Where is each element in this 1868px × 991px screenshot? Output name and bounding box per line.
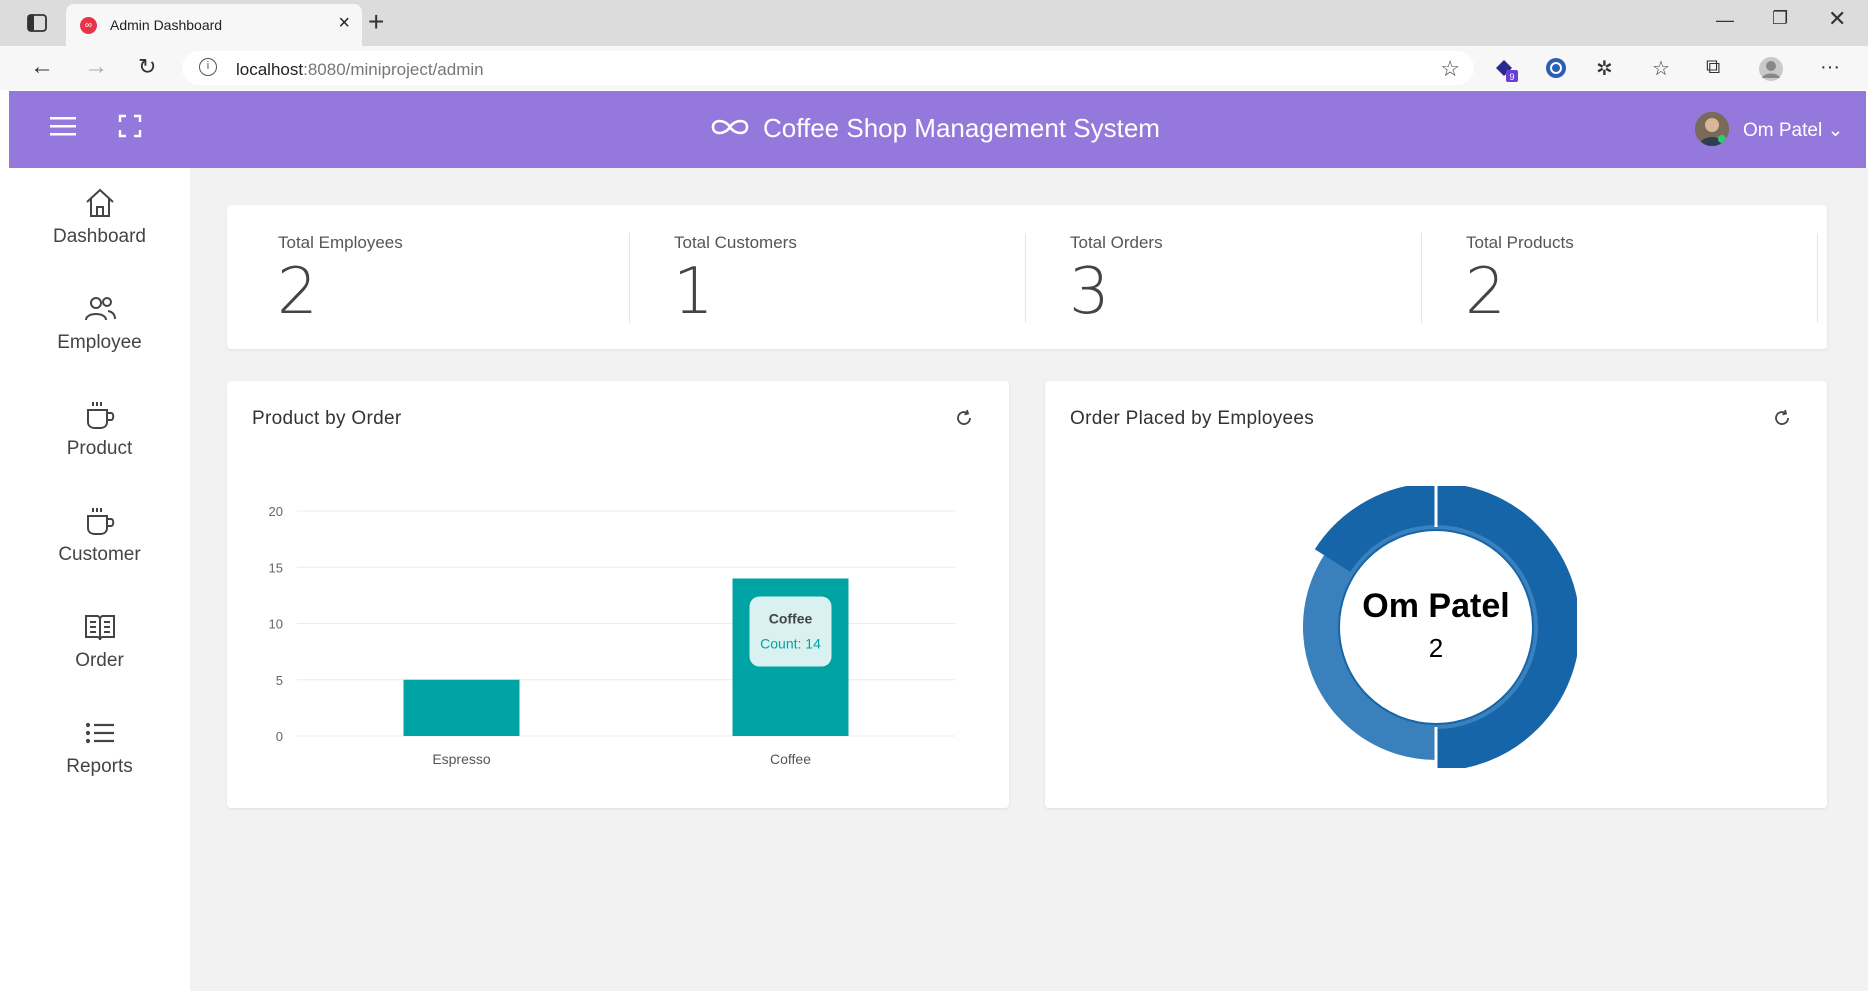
refresh-icon[interactable] [1773, 409, 1791, 427]
users-icon [84, 297, 116, 321]
sidebar: Dashboard Employee Product Customer Orde… [9, 168, 190, 991]
infinity-logo-icon [711, 119, 749, 135]
stat-total-orders: Total Orders 3 [1019, 205, 1415, 349]
fullscreen-icon[interactable] [118, 114, 142, 138]
tooltip-value: Count: 14 [760, 636, 821, 652]
forward-icon[interactable]: → [84, 53, 108, 81]
stat-total-products: Total Products 2 [1415, 205, 1811, 349]
y-tick-label: 15 [269, 560, 283, 575]
new-tab-icon[interactable]: + [368, 6, 384, 38]
tab-close-icon[interactable]: × [338, 12, 350, 35]
stat-label: Total Customers [674, 233, 797, 252]
favorite-star-icon[interactable]: ☆ [1440, 56, 1460, 82]
sidebar-item-label: Employee [57, 332, 142, 353]
sidebar-item-label: Product [66, 438, 133, 459]
x-tick-label: Espresso [432, 751, 491, 767]
y-tick-label: 0 [276, 729, 283, 744]
donut-center [1338, 529, 1534, 725]
order-placed-by-employees-card: Order Placed by Employees Om Patel 2 [1045, 381, 1827, 808]
browser-tab-bar: ∞ Admin Dashboard × + — ❐ ✕ [0, 0, 1868, 46]
sidebar-item-product[interactable]: Product [9, 380, 190, 480]
sidebar-item-reports[interactable]: Reports [9, 698, 190, 798]
stats-card: Total Employees 2 Total Customers 1 Tota… [227, 205, 1827, 349]
sidebar-item-label: Dashboard [53, 226, 146, 247]
donut-center-value: 2 [1429, 633, 1443, 663]
tab-actions-icon[interactable] [26, 13, 48, 33]
menu-icon[interactable] [50, 116, 76, 136]
sidebar-item-customer[interactable]: Customer [9, 486, 190, 586]
minimize-icon[interactable]: — [1716, 10, 1734, 31]
main-content: Total Employees 2 Total Customers 1 Tota… [190, 168, 1868, 991]
stat-value: 3 [1069, 255, 1110, 329]
app-title: Coffee Shop Management System [763, 113, 1160, 143]
url-text[interactable]: localhost:8080/miniproject/admin [236, 60, 484, 80]
card-title: Order Placed by Employees [1070, 408, 1315, 429]
browser-tab[interactable]: ∞ Admin Dashboard × [66, 4, 362, 46]
tooltip-box [749, 596, 832, 667]
sidebar-item-label: Order [75, 650, 124, 671]
donut-center-label: Om Patel [1362, 587, 1509, 625]
sidebar-item-label: Customer [58, 544, 141, 565]
stat-total-employees: Total Employees 2 [227, 205, 623, 349]
site-info-icon[interactable]: i [199, 58, 217, 76]
stat-value: 1 [673, 255, 714, 329]
more-menu-icon[interactable]: ··· [1820, 56, 1840, 79]
collections-icon[interactable]: ⧉ [1706, 56, 1720, 79]
x-tick-label: Coffee [770, 751, 811, 767]
stat-label: Total Employees [278, 233, 403, 252]
sidebar-item-label: Reports [66, 756, 133, 777]
bar-espresso[interactable] [403, 679, 520, 736]
stat-value: 2 [277, 255, 318, 329]
sidebar-item-dashboard[interactable]: Dashboard [9, 168, 190, 268]
refresh-icon[interactable] [955, 409, 973, 427]
cup-icon [86, 508, 114, 535]
cup-icon [86, 402, 114, 429]
sidebar-item-order[interactable]: Order [9, 592, 190, 692]
sidebar-item-employee[interactable]: Employee [9, 274, 190, 374]
profile-icon[interactable] [1758, 56, 1784, 88]
tab-title: Admin Dashboard [110, 17, 223, 33]
stat-label: Total Orders [1070, 233, 1163, 252]
tab-favicon-icon: ∞ [80, 17, 97, 34]
restore-icon[interactable]: ❐ [1772, 8, 1788, 29]
bar-chart: 0 5 10 15 20 Espresso Coffee Coffee Count: 14 [269, 504, 955, 767]
browser-toolbar: ← → ↻ i localhost:8080/miniproject/admin… [0, 46, 1868, 90]
stat-divider [1817, 233, 1818, 323]
book-icon [84, 615, 115, 641]
product-by-order-card: Product by Order 0 5 10 15 20 Espresso Coffee C… [227, 381, 1009, 808]
extension-circle-icon[interactable] [1544, 56, 1568, 86]
stat-value: 2 [1465, 255, 1506, 329]
close-window-icon[interactable]: ✕ [1828, 6, 1846, 32]
donut-chart: Om Patel 2 [1303, 486, 1577, 768]
card-title: Product by Order [252, 408, 402, 429]
favorites-icon[interactable]: ☆ [1652, 56, 1670, 81]
list-icon [85, 722, 114, 744]
extension-icon[interactable]: 9 [1492, 56, 1520, 88]
back-icon[interactable]: ← [30, 53, 54, 81]
home-icon [85, 188, 114, 217]
svg-text:9: 9 [1509, 72, 1514, 82]
reload-icon[interactable]: ↻ [138, 54, 156, 80]
y-tick-label: 10 [269, 617, 283, 632]
stat-total-customers: Total Customers 1 [623, 205, 1019, 349]
tooltip-title: Coffee [769, 611, 813, 627]
stat-label: Total Products [1466, 233, 1574, 252]
y-tick-label: 20 [269, 504, 283, 519]
address-bar[interactable]: i localhost:8080/miniproject/admin ☆ [182, 51, 1474, 85]
user-menu[interactable]: Om Patel ⌄ [1743, 119, 1843, 142]
extensions-puzzle-icon[interactable]: ✲ [1596, 56, 1613, 81]
app-header: Coffee Shop Management System Om Patel ⌄ [9, 91, 1866, 168]
user-avatar[interactable] [1695, 112, 1729, 146]
chart-tooltip: Coffee Count: 14 [749, 596, 832, 667]
y-tick-label: 5 [276, 673, 283, 688]
